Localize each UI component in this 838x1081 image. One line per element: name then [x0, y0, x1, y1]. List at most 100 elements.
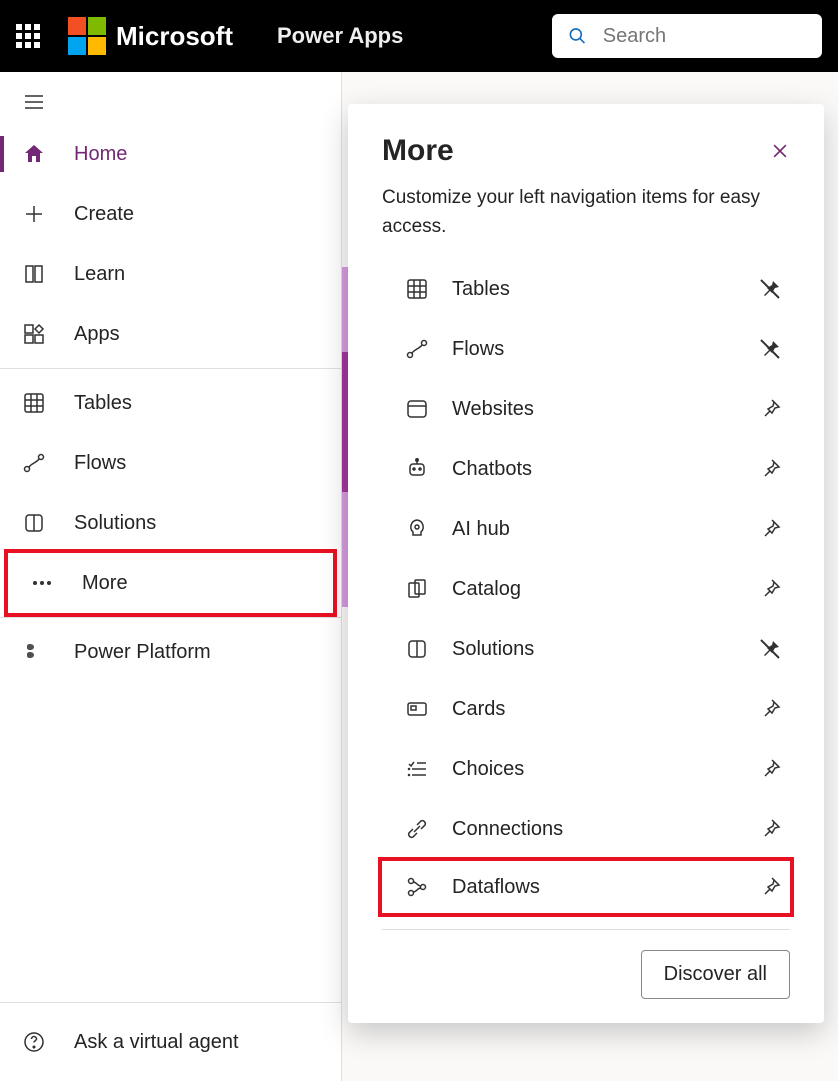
nav-bottom: Ask a virtual agent [0, 1002, 341, 1081]
ellipsis-icon [30, 571, 54, 595]
nav-label: Power Platform [74, 641, 211, 664]
unpin-button[interactable] [758, 637, 782, 661]
table-icon [22, 391, 46, 415]
ai-hub-icon [404, 516, 430, 542]
dataflows-icon [404, 874, 430, 900]
more-item-cards[interactable]: Cards [382, 679, 790, 739]
flow-icon [22, 451, 46, 475]
solutions-icon [22, 511, 46, 535]
apps-icon [22, 322, 46, 346]
pin-outline-icon [758, 875, 782, 899]
more-item-connections[interactable]: Connections [382, 799, 790, 859]
close-icon [770, 141, 790, 161]
nav-label: Solutions [74, 512, 156, 535]
left-nav: Home Create Learn Apps Tables [0, 72, 342, 1081]
book-icon [22, 262, 46, 286]
search-box[interactable] [552, 14, 822, 58]
search-icon [568, 25, 587, 47]
cards-icon [404, 696, 430, 722]
pin-outline-icon [758, 757, 782, 781]
close-button[interactable] [770, 141, 790, 161]
pin-outline-icon [758, 817, 782, 841]
pin-outline-icon [758, 397, 782, 421]
more-item-label: Choices [452, 758, 758, 781]
more-item-label: Cards [452, 698, 758, 721]
catalog-icon [404, 576, 430, 602]
ask-agent-label: Ask a virtual agent [74, 1031, 239, 1054]
discover-all-button[interactable]: Discover all [641, 950, 790, 999]
nav-item-apps[interactable]: Apps [0, 304, 341, 364]
unpin-button[interactable] [758, 337, 782, 361]
pin-filled-icon [758, 277, 782, 301]
more-item-websites[interactable]: Websites [382, 379, 790, 439]
more-item-dataflows[interactable]: Dataflows [378, 857, 794, 917]
nav-item-more[interactable]: More [4, 549, 337, 617]
more-item-catalog[interactable]: Catalog [382, 559, 790, 619]
more-item-label: Dataflows [452, 876, 758, 899]
nav-list: Home Create Learn Apps Tables [0, 124, 341, 1002]
nav-item-tables[interactable]: Tables [0, 373, 341, 433]
nav-label: Learn [74, 263, 125, 286]
pin-button[interactable] [758, 875, 782, 899]
more-item-label: Flows [452, 338, 758, 361]
ask-virtual-agent[interactable]: Ask a virtual agent [0, 1003, 341, 1081]
more-item-label: Chatbots [452, 458, 758, 481]
more-title: More [382, 134, 454, 168]
nav-item-flows[interactable]: Flows [0, 433, 341, 493]
app-name: Power Apps [277, 23, 403, 49]
nav-item-learn[interactable]: Learn [0, 244, 341, 304]
pin-button[interactable] [758, 517, 782, 541]
nav-divider [0, 368, 341, 369]
pin-outline-icon [758, 517, 782, 541]
pin-button[interactable] [758, 697, 782, 721]
connections-icon [404, 816, 430, 842]
nav-hamburger[interactable] [0, 72, 341, 124]
pin-outline-icon [758, 457, 782, 481]
pin-outline-icon [758, 697, 782, 721]
more-item-flows[interactable]: Flows [382, 319, 790, 379]
more-item-label: Websites [452, 398, 758, 421]
table-icon [404, 276, 430, 302]
more-item-ai-hub[interactable]: AI hub [382, 499, 790, 559]
nav-item-solutions[interactable]: Solutions [0, 493, 341, 553]
more-item-chatbots[interactable]: Chatbots [382, 439, 790, 499]
solutions-icon [404, 636, 430, 662]
hamburger-icon [22, 90, 46, 114]
pin-button[interactable] [758, 457, 782, 481]
divider [382, 929, 790, 930]
pin-filled-icon [758, 637, 782, 661]
nav-label: Tables [74, 392, 132, 415]
nav-label: More [82, 572, 128, 595]
power-platform-icon [22, 640, 46, 664]
more-item-label: Catalog [452, 578, 758, 601]
more-flyout: More Customize your left navigation item… [348, 104, 824, 1023]
more-item-label: Tables [452, 278, 758, 301]
nav-item-create[interactable]: Create [0, 184, 341, 244]
unpin-button[interactable] [758, 277, 782, 301]
more-description: Customize your left navigation items for… [382, 184, 790, 241]
more-list: Tables Flows Websites [382, 259, 790, 917]
website-icon [404, 396, 430, 422]
pin-filled-icon [758, 337, 782, 361]
nav-label: Apps [74, 323, 120, 346]
pin-button[interactable] [758, 757, 782, 781]
plus-icon [22, 202, 46, 226]
more-item-label: AI hub [452, 518, 758, 541]
chatbot-icon [404, 456, 430, 482]
nav-label: Create [74, 203, 134, 226]
microsoft-logo-icon [68, 17, 106, 55]
more-item-label: Solutions [452, 638, 758, 661]
more-item-solutions[interactable]: Solutions [382, 619, 790, 679]
pin-button[interactable] [758, 397, 782, 421]
nav-item-home[interactable]: Home [0, 124, 341, 184]
more-item-tables[interactable]: Tables [382, 259, 790, 319]
nav-item-power-platform[interactable]: Power Platform [0, 622, 341, 682]
app-launcher-icon[interactable] [16, 24, 40, 48]
pin-button[interactable] [758, 577, 782, 601]
brand-text: Microsoft [116, 21, 233, 52]
more-item-choices[interactable]: Choices [382, 739, 790, 799]
choices-icon [404, 756, 430, 782]
nav-divider [0, 617, 341, 618]
pin-button[interactable] [758, 817, 782, 841]
search-input[interactable] [603, 25, 806, 48]
